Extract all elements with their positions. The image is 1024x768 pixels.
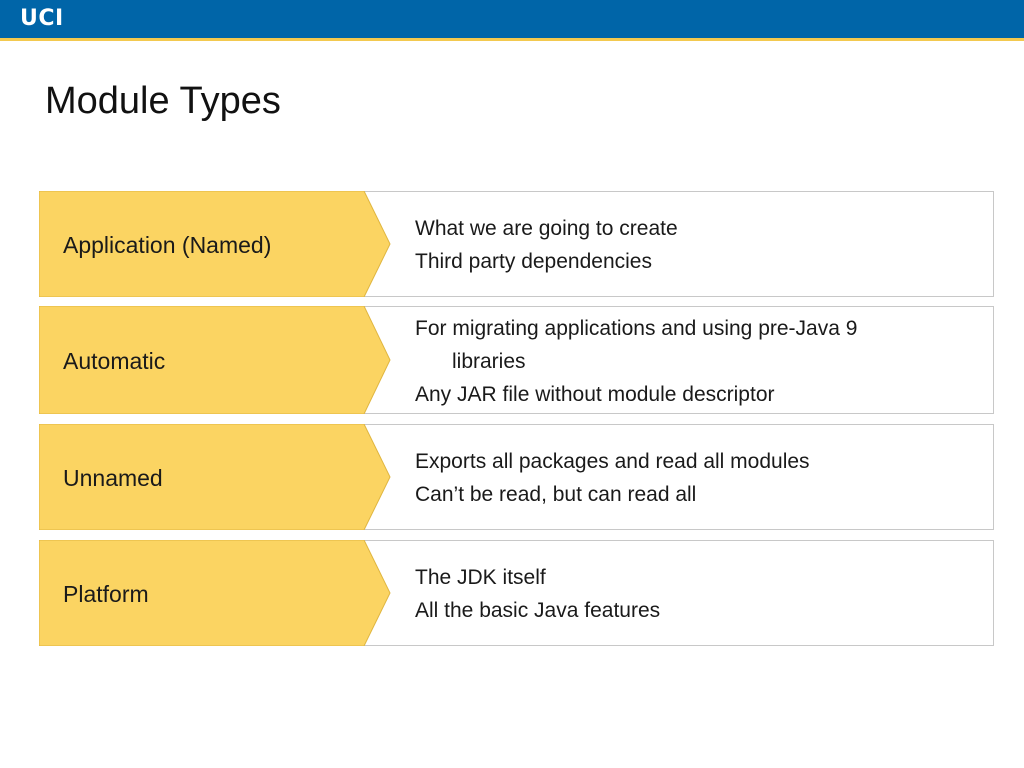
description-line: Any JAR file without module descriptor [415, 383, 775, 406]
description-line: The JDK itself [415, 566, 546, 589]
description-line: Can’t be read, but can read all [415, 483, 697, 506]
module-type-row-automatic: Automatic For migrating applications and… [39, 306, 994, 414]
module-type-description: For migrating applications and using pre… [415, 312, 975, 411]
description-line: Exports all packages and read all module… [415, 450, 810, 473]
module-type-row-application: Application (Named) What we are going to… [39, 191, 994, 297]
uci-logo: UCI [20, 6, 64, 31]
module-type-label: Unnamed [63, 465, 163, 491]
module-type-description: The JDK itself All the basic Java featur… [415, 561, 975, 627]
description-line: For migrating applications and using pre… [415, 317, 858, 340]
module-type-description: What we are going to create Third party … [415, 212, 975, 278]
module-type-label: Application (Named) [63, 232, 272, 258]
description-line: What we are going to create [415, 217, 678, 240]
module-type-row-unnamed: Unnamed Exports all packages and read al… [39, 424, 994, 530]
slide-title: Module Types [45, 80, 281, 122]
module-type-label: Platform [63, 581, 149, 607]
module-type-description: Exports all packages and read all module… [415, 445, 975, 511]
description-line: libraries [452, 350, 526, 373]
module-type-row-platform: Platform The JDK itself All the basic Ja… [39, 540, 994, 646]
description-line: All the basic Java features [415, 599, 661, 622]
header-bar: UCI [0, 0, 1024, 41]
module-type-label: Automatic [63, 348, 166, 374]
description-line: Third party dependencies [415, 250, 652, 273]
